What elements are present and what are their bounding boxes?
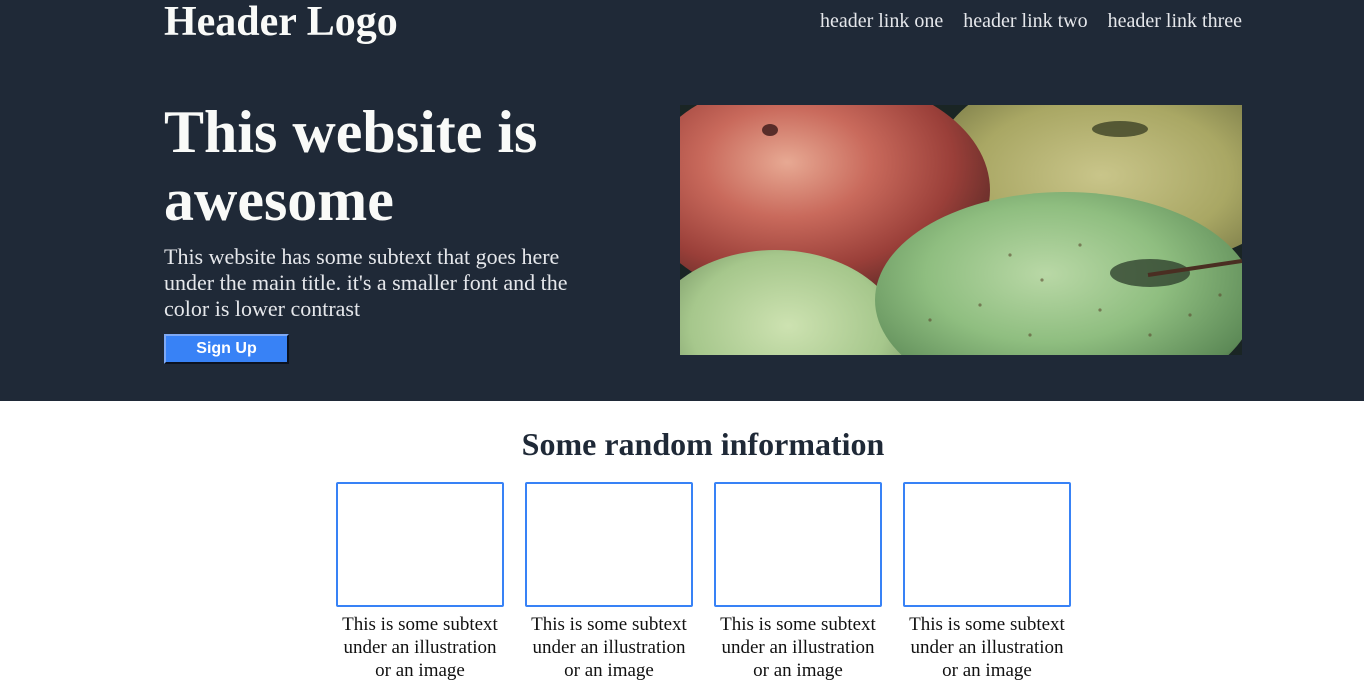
header-logo[interactable]: Header Logo <box>164 0 398 48</box>
header-link-three[interactable]: header link three <box>1108 8 1242 34</box>
info-card: This is some subtext under an illustrati… <box>903 482 1071 682</box>
info-card: This is some subtext under an illustrati… <box>714 482 882 682</box>
info-cards: This is some subtext under an illustrati… <box>336 482 1071 682</box>
info-card: This is some subtext under an illustrati… <box>336 482 504 682</box>
sign-up-button[interactable]: Sign Up <box>164 334 289 364</box>
hero-section: Header Logo header link one header link … <box>0 0 1364 401</box>
illustration-placeholder <box>903 482 1071 607</box>
hero-image <box>680 105 1242 355</box>
hero-title: This website is awesome <box>164 99 538 233</box>
illustration-placeholder <box>525 482 693 607</box>
info-section-title: Some random information <box>521 426 885 462</box>
header-nav: header link one header link two header l… <box>820 8 1242 34</box>
header-link-two[interactable]: header link two <box>963 8 1087 34</box>
header-link-one[interactable]: header link one <box>820 8 943 34</box>
apples-image <box>680 105 1242 355</box>
info-card: This is some subtext under an illustrati… <box>525 482 693 682</box>
illustration-placeholder <box>336 482 504 607</box>
hero-subtext: This website has some subtext that goes … <box>164 244 568 321</box>
illustration-placeholder <box>714 482 882 607</box>
